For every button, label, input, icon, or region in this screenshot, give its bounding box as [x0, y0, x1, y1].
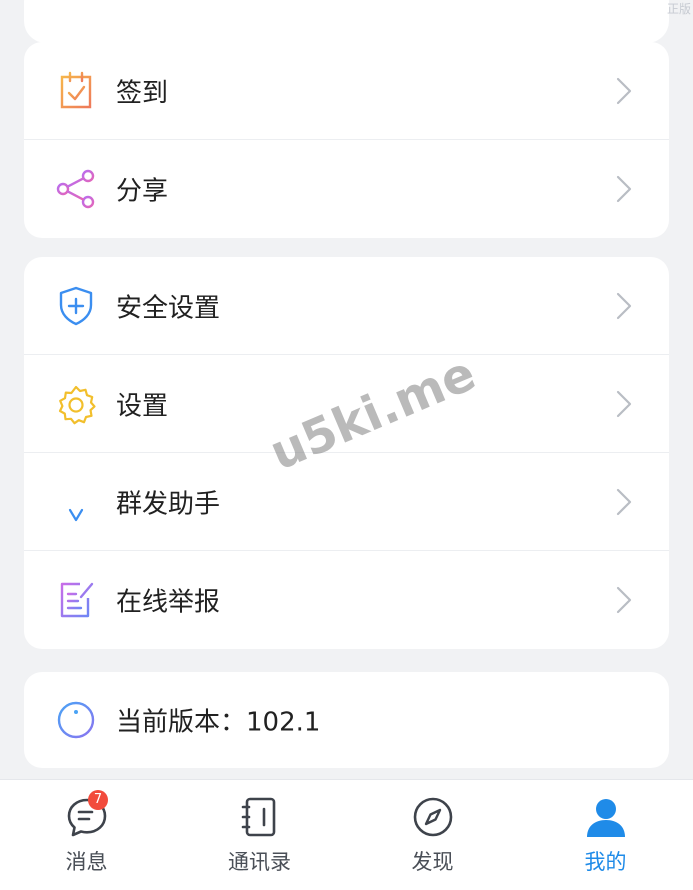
info-icon: [54, 698, 98, 742]
profile-card-edge[interactable]: [24, 0, 669, 43]
menu-item-label: 在线举报: [116, 587, 221, 618]
menu-item-share[interactable]: 分享: [24, 140, 669, 238]
menu-item-label: 分享: [116, 176, 169, 207]
menu-item-checkin[interactable]: 签到: [24, 42, 669, 140]
version-row: 当前版本：102.1: [24, 672, 669, 768]
chevron-right-icon: [615, 76, 633, 106]
menu-item-label: 群发助手: [116, 489, 221, 519]
menu-card-1: 签到 分享: [24, 42, 669, 238]
version-text: 当前版本：102.1: [116, 707, 321, 738]
menu-item-security[interactable]: 安全设置: [24, 257, 669, 355]
contacts-book-icon: [237, 794, 283, 840]
report-edit-icon: [54, 578, 98, 622]
broadcast-assistant-icon: [54, 480, 98, 524]
menu-item-label: 签到: [116, 78, 169, 108]
security-shield-icon: [54, 284, 98, 328]
version-card: 当前版本：102.1: [24, 672, 669, 768]
person-icon: [583, 794, 629, 840]
tab-contacts[interactable]: 通讯录: [173, 780, 346, 890]
unread-badge: 7: [88, 790, 108, 810]
corner-mark: 正版: [666, 2, 691, 16]
tab-label: 消息: [65, 850, 108, 874]
chevron-right-icon: [615, 487, 633, 517]
chevron-right-icon: [615, 174, 633, 204]
menu-item-broadcast[interactable]: 群发助手: [24, 453, 669, 551]
checkin-calendar-icon: [54, 69, 98, 113]
me-page: 正版 签到 分享 安全设置 设置 群发助手 在线举报 当前版本：102.1 u5…: [0, 0, 693, 890]
menu-card-2: 安全设置 设置 群发助手 在线举报: [24, 257, 669, 649]
tab-label: 我的: [584, 850, 627, 874]
chevron-right-icon: [615, 291, 633, 321]
compass-icon: [410, 794, 456, 840]
tab-messages[interactable]: 7 消息: [0, 780, 173, 890]
menu-item-settings[interactable]: 设置: [24, 355, 669, 453]
tab-label: 发现: [411, 850, 454, 874]
share-icon: [54, 167, 98, 211]
tab-me[interactable]: 我的: [519, 780, 692, 890]
tab-discover[interactable]: 发现: [346, 780, 519, 890]
menu-item-label: 安全设置: [116, 293, 221, 323]
chevron-right-icon: [615, 585, 633, 615]
chevron-right-icon: [615, 389, 633, 419]
menu-item-report[interactable]: 在线举报: [24, 551, 669, 649]
menu-item-label: 设置: [116, 391, 169, 421]
tab-label: 通讯录: [228, 850, 291, 874]
gear-icon: [54, 382, 98, 426]
bottom-tab-bar: 7 消息 通讯录 发现 我的: [0, 779, 693, 890]
